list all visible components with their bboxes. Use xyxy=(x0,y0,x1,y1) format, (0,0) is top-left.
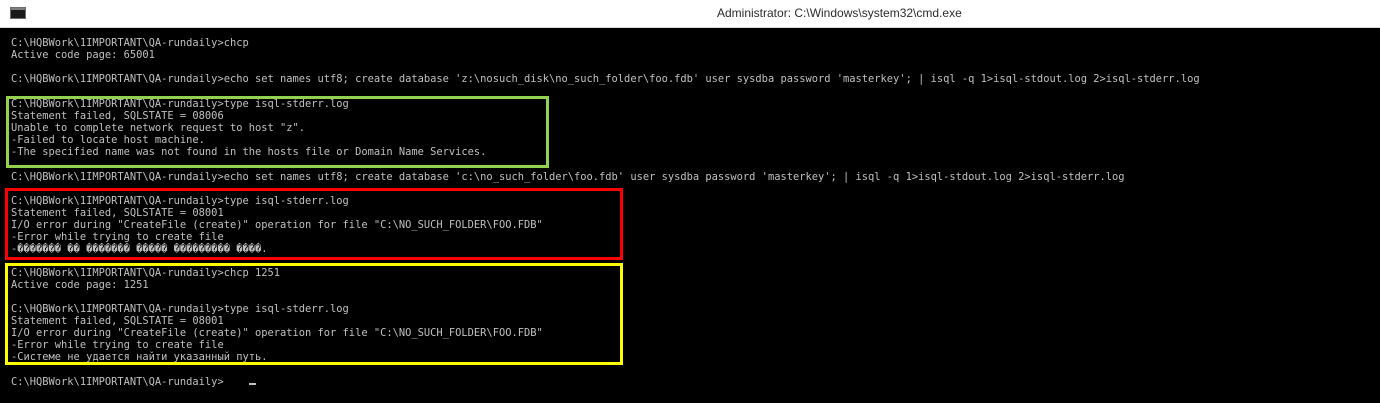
console-line: C:\HQBWork\1IMPORTANT\QA-rundaily>chcp 1… xyxy=(11,267,280,279)
console-line: -������� �� ������� ����� ��������� ����… xyxy=(11,243,268,255)
console-line: -Системе не удается найти указанный путь… xyxy=(11,351,268,363)
title-bar[interactable]: Administrator: C:\Windows\system32\cmd.e… xyxy=(0,0,1380,28)
console-line: -The specified name was not found in the… xyxy=(11,146,487,158)
console-line: C:\HQBWork\1IMPORTANT\QA-rundaily>type i… xyxy=(11,195,349,207)
console-prompt: C:\HQBWork\1IMPORTANT\QA-rundaily> xyxy=(11,376,224,388)
cmd-window: Administrator: C:\Windows\system32\cmd.e… xyxy=(0,0,1380,403)
console-line: I/O error during "CreateFile (create)" o… xyxy=(11,219,543,231)
console-line: Unable to complete network request to ho… xyxy=(11,122,306,134)
console-line: C:\HQBWork\1IMPORTANT\QA-rundaily>echo s… xyxy=(11,171,1125,183)
console-line: Statement failed, SQLSTATE = 08001 xyxy=(11,207,224,219)
console-line: -Error while trying to create file xyxy=(11,339,224,351)
console-output[interactable]: C:\HQBWork\1IMPORTANT\QA-rundaily>chcp A… xyxy=(0,27,1380,403)
console-line: Active code page: 65001 xyxy=(11,49,155,61)
console-line: I/O error during "CreateFile (create)" o… xyxy=(11,327,543,339)
console-line: -Error while trying to create file xyxy=(11,231,224,243)
console-line: C:\HQBWork\1IMPORTANT\QA-rundaily>type i… xyxy=(11,303,349,315)
cmd-icon-bar xyxy=(11,8,25,10)
console-line: -Failed to locate host machine. xyxy=(11,134,205,146)
console-line: C:\HQBWork\1IMPORTANT\QA-rundaily>chcp xyxy=(11,37,249,49)
cmd-icon[interactable] xyxy=(10,7,26,19)
console-line: C:\HQBWork\1IMPORTANT\QA-rundaily>type i… xyxy=(11,98,349,110)
console-line: Statement failed, SQLSTATE = 08001 xyxy=(11,315,224,327)
console-line: Active code page: 1251 xyxy=(11,279,149,291)
text-cursor xyxy=(249,383,256,385)
console-line: C:\HQBWork\1IMPORTANT\QA-rundaily>echo s… xyxy=(11,73,1200,85)
console-line: Statement failed, SQLSTATE = 08006 xyxy=(11,110,224,122)
window-title: Administrator: C:\Windows\system32\cmd.e… xyxy=(717,6,962,20)
